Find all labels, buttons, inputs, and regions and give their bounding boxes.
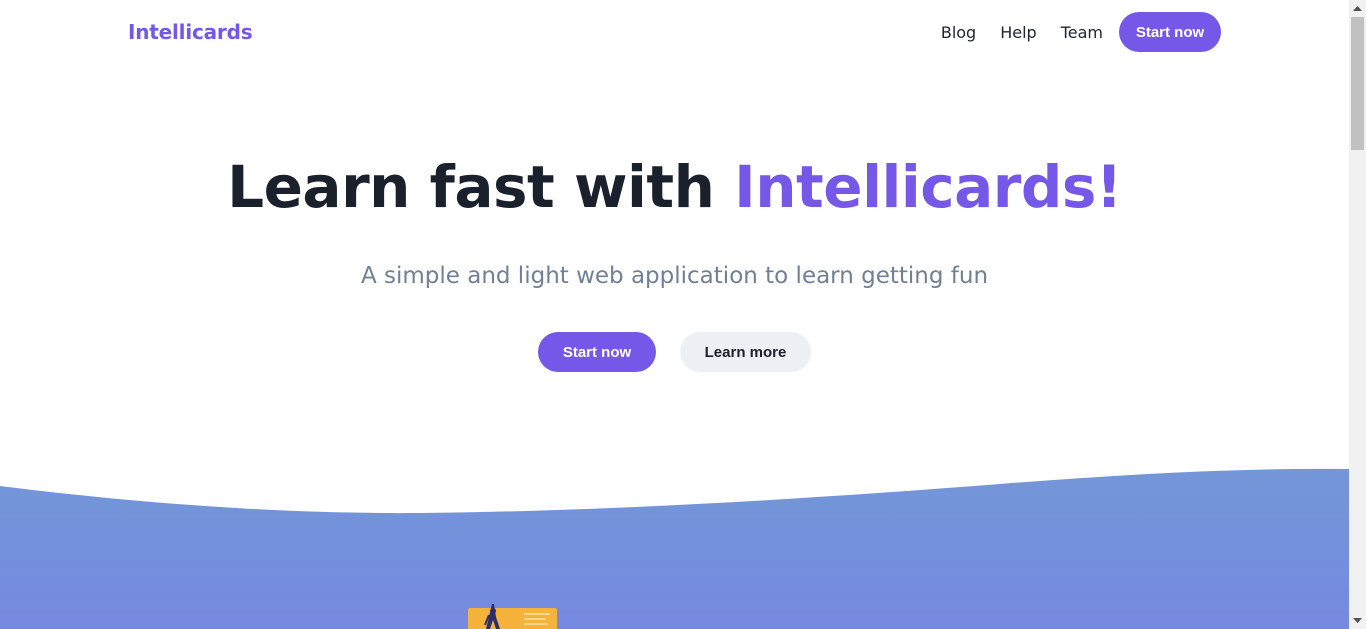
scroll-down-arrow-icon[interactable] [1349, 612, 1366, 629]
logo[interactable]: Intellicards [128, 20, 253, 44]
hero-start-now-button[interactable]: Start now [538, 332, 656, 372]
hero-title: Learn fast with Intellicards! [0, 148, 1349, 226]
site-header: Intellicards Blog Help Team Start now [0, 0, 1349, 64]
scroll-up-arrow-icon[interactable] [1349, 0, 1366, 17]
main-nav: Blog Help Team Start now [941, 12, 1221, 52]
vertical-scrollbar[interactable] [1349, 0, 1366, 629]
flashcard-illustration-icon [468, 604, 557, 629]
wave-background [0, 468, 1349, 629]
scrollbar-thumb[interactable] [1351, 17, 1364, 150]
landing-page: Intellicards Blog Help Team Start now Le… [0, 0, 1366, 629]
nav-link-help[interactable]: Help [1000, 23, 1036, 42]
learn-more-button[interactable]: Learn more [680, 332, 811, 372]
nav-link-blog[interactable]: Blog [941, 23, 976, 42]
hero-title-accent: Intellicards! [734, 153, 1122, 221]
nav-link-team[interactable]: Team [1061, 23, 1103, 42]
hero-subtitle: A simple and light web application to le… [360, 263, 989, 289]
header-start-now-button[interactable]: Start now [1119, 12, 1221, 52]
hero-title-prefix: Learn fast with [227, 153, 735, 221]
hero-actions: Start now Learn more [538, 332, 811, 372]
